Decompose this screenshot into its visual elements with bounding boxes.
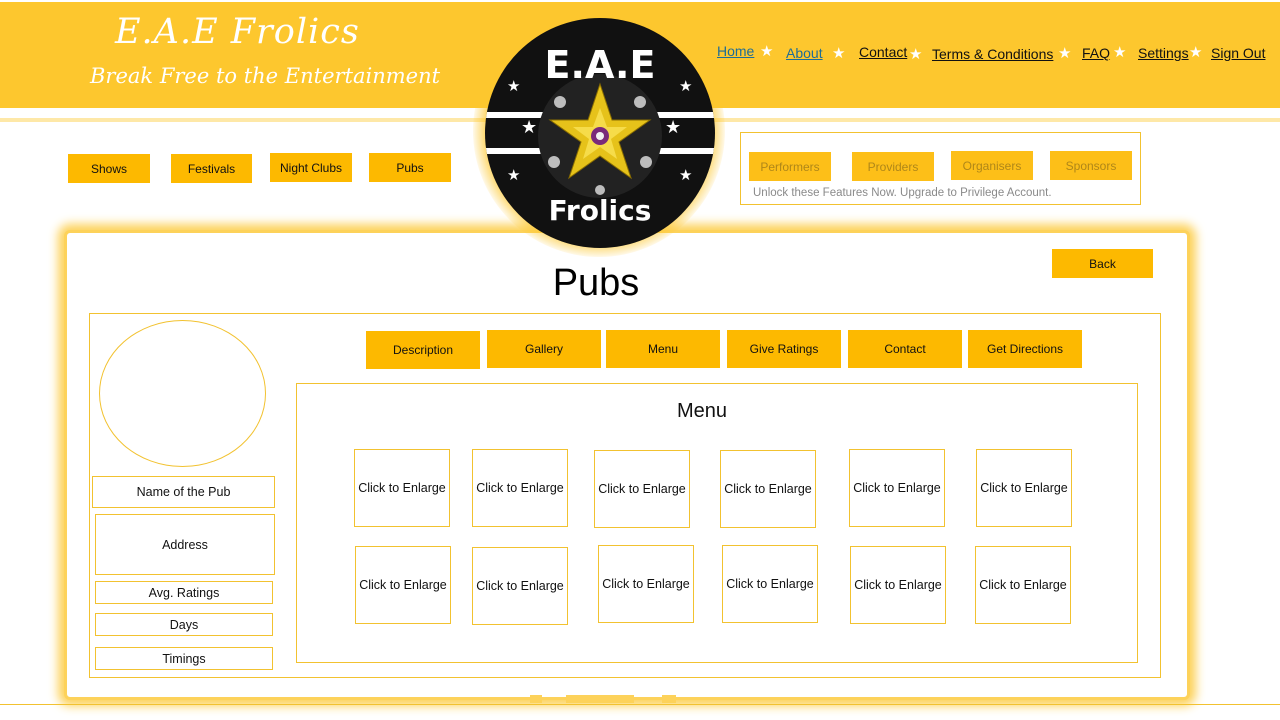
site-logo[interactable]: ★ ★ ★ ★ ★ ★ E.A.E Frolics xyxy=(485,18,715,248)
nav-settings-link[interactable]: Settings xyxy=(1138,45,1189,61)
menu-thumbnail[interactable]: Click to Enlarge xyxy=(355,546,451,624)
menu-thumbnail[interactable]: Click to Enlarge xyxy=(976,449,1072,527)
menu-thumbnail[interactable]: Click to Enlarge xyxy=(598,545,694,623)
menu-thumbnail[interactable]: Click to Enlarge xyxy=(975,546,1071,624)
performers-button[interactable]: Performers xyxy=(749,152,831,181)
menu-thumbnail[interactable]: Click to Enlarge xyxy=(850,546,946,624)
menu-thumbnail[interactable]: Click to Enlarge xyxy=(722,545,818,623)
star-icon: ★ xyxy=(832,45,846,62)
pub-days-field: Days xyxy=(95,613,273,636)
footer-decoration xyxy=(566,695,634,703)
nav-contact-link[interactable]: Contact xyxy=(859,44,907,60)
svg-text:★: ★ xyxy=(665,117,681,138)
category-shows-button[interactable]: Shows xyxy=(68,154,150,183)
tab-menu[interactable]: Menu xyxy=(606,330,720,368)
tab-gallery[interactable]: Gallery xyxy=(487,330,601,368)
star-icon: ★ xyxy=(1113,44,1127,61)
tab-get-directions[interactable]: Get Directions xyxy=(968,330,1082,368)
logo-top-text: E.A.E xyxy=(545,43,656,87)
star-icon: ★ xyxy=(1058,45,1072,62)
svg-text:★: ★ xyxy=(507,77,520,95)
pub-avatar xyxy=(99,320,266,467)
star-icon: ★ xyxy=(909,46,923,63)
providers-button[interactable]: Providers xyxy=(852,152,934,181)
nav-faq-link[interactable]: FAQ xyxy=(1082,45,1110,61)
tab-give-ratings[interactable]: Give Ratings xyxy=(727,330,841,368)
menu-thumbnail[interactable]: Click to Enlarge xyxy=(720,450,816,528)
tab-description[interactable]: Description xyxy=(366,331,480,369)
logo-bottom-text: Frolics xyxy=(549,194,652,227)
star-icon: ★ xyxy=(760,43,774,60)
menu-section-title: Menu xyxy=(676,400,728,422)
upgrade-note: Unlock these Features Now. Upgrade to Pr… xyxy=(753,187,1052,199)
page-title: Pubs xyxy=(552,262,640,304)
site-tagline: Break Free to the Entertainment xyxy=(90,64,441,88)
nav-home-link[interactable]: Home xyxy=(717,43,754,59)
nav-about-link[interactable]: About xyxy=(786,45,823,61)
svg-text:★: ★ xyxy=(679,77,692,95)
menu-thumbnail[interactable]: Click to Enlarge xyxy=(354,449,450,527)
nav-terms-link[interactable]: Terms & Conditions xyxy=(932,46,1053,62)
category-pubs-button[interactable]: Pubs xyxy=(369,153,451,182)
premium-features-box: Performers Providers Organisers Sponsors… xyxy=(740,132,1141,205)
pub-ratings-field: Avg. Ratings xyxy=(95,581,273,604)
site-title: E.A.E Frolics xyxy=(115,12,360,52)
menu-thumbnail[interactable]: Click to Enlarge xyxy=(849,449,945,527)
category-festivals-button[interactable]: Festivals xyxy=(171,154,252,183)
footer-decoration xyxy=(662,695,676,703)
tab-contact[interactable]: Contact xyxy=(848,330,962,368)
pub-name-field: Name of the Pub xyxy=(92,476,275,508)
sponsors-button[interactable]: Sponsors xyxy=(1050,151,1132,180)
organisers-button[interactable]: Organisers xyxy=(951,151,1033,180)
pub-address-field: Address xyxy=(95,514,275,575)
svg-text:★: ★ xyxy=(679,166,692,184)
svg-text:★: ★ xyxy=(521,117,537,138)
pub-timings-field: Timings xyxy=(95,647,273,670)
menu-thumbnail[interactable]: Click to Enlarge xyxy=(594,450,690,528)
back-button[interactable]: Back xyxy=(1052,249,1153,278)
category-nightclubs-button[interactable]: Night Clubs xyxy=(270,153,352,182)
nav-signout-link[interactable]: Sign Out xyxy=(1211,45,1265,61)
svg-text:★: ★ xyxy=(507,166,520,184)
footer-decoration xyxy=(530,695,542,703)
footer-divider xyxy=(0,704,1280,705)
star-icon: ★ xyxy=(1189,44,1203,61)
menu-thumbnail[interactable]: Click to Enlarge xyxy=(472,449,568,527)
menu-thumbnail[interactable]: Click to Enlarge xyxy=(472,547,568,625)
logo-emblem-icon: ★ ★ ★ ★ ★ ★ E.A.E Frolics xyxy=(485,19,715,247)
